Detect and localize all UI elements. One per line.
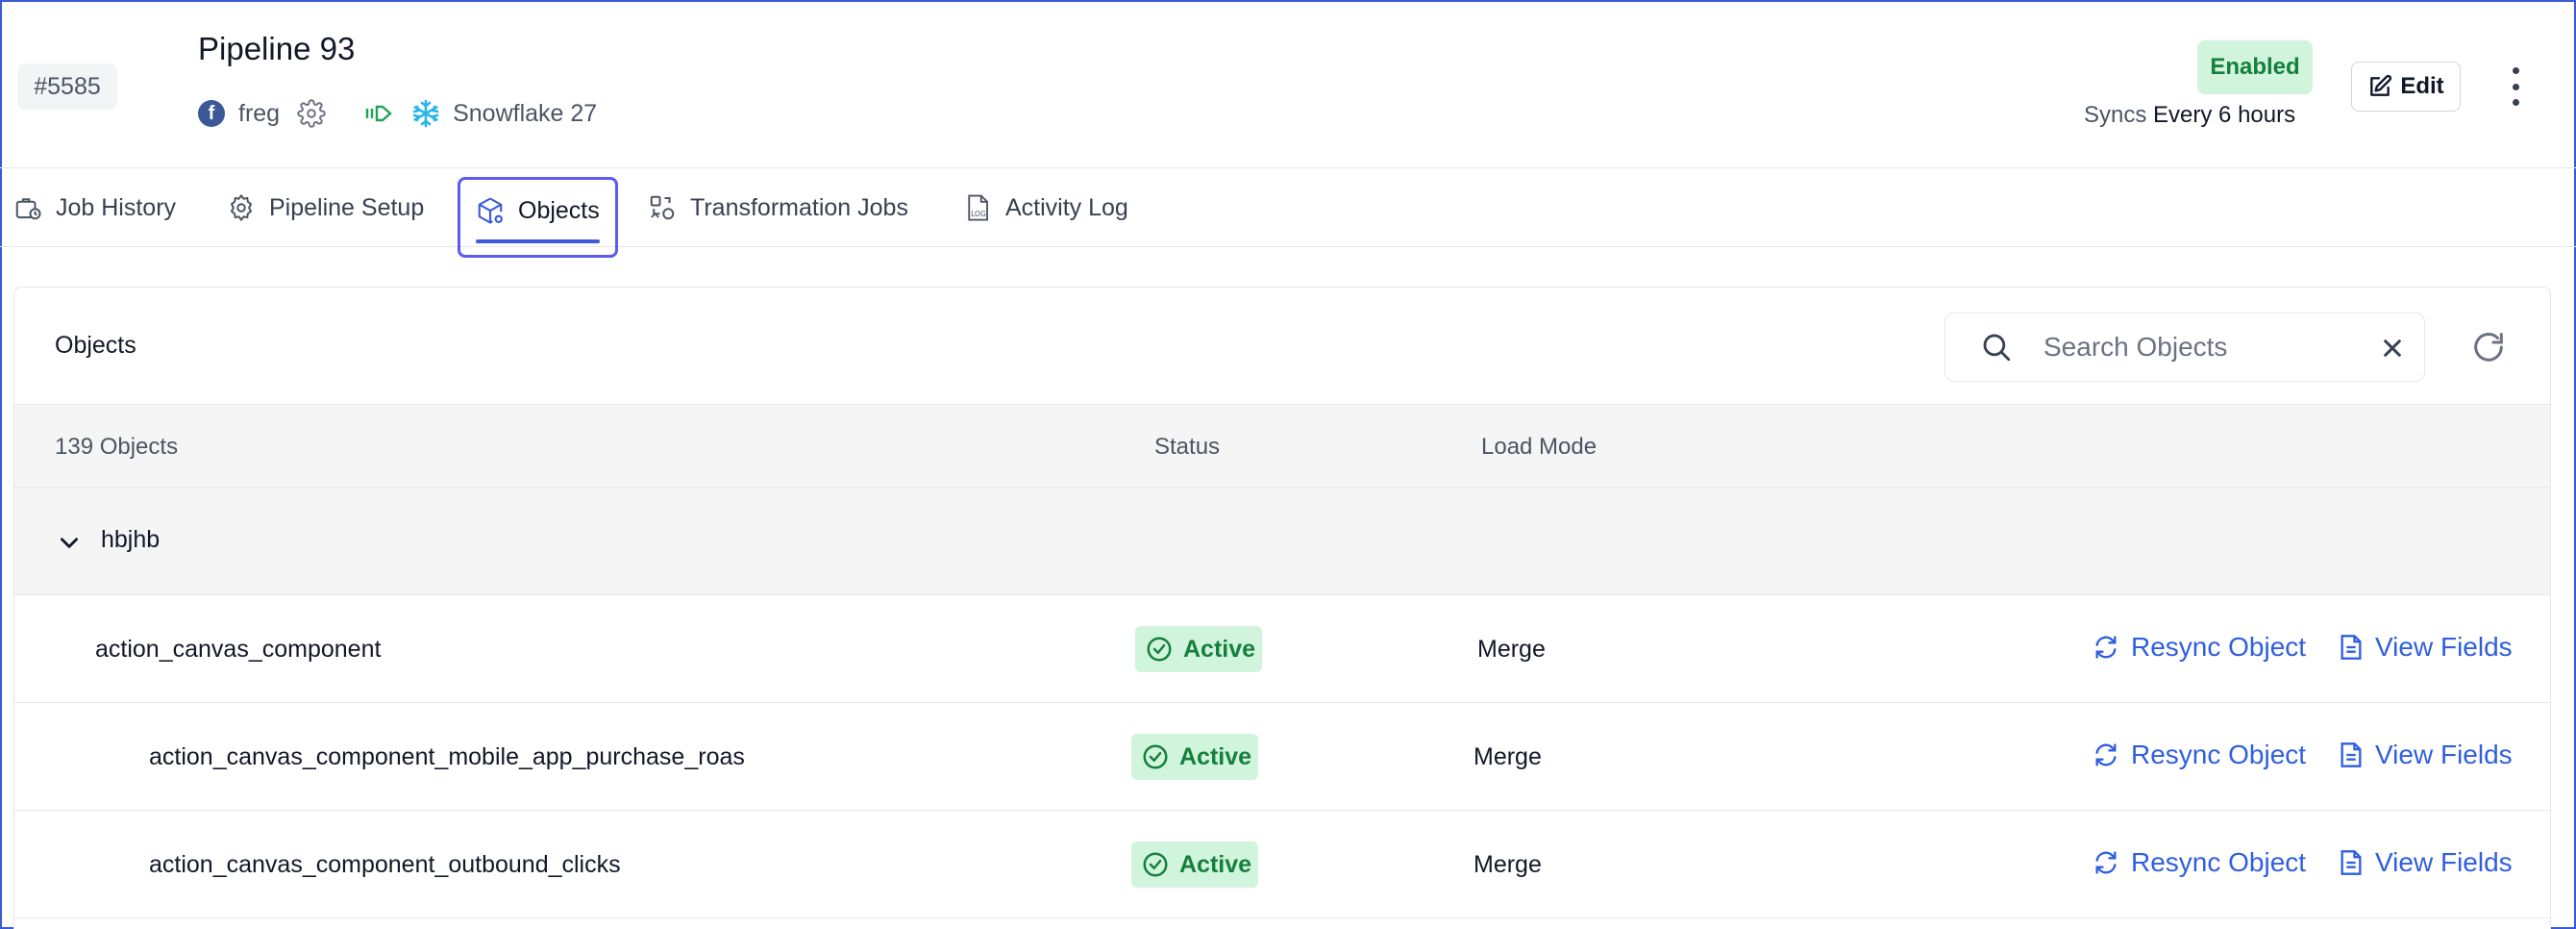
table-row: action_canvas_component_mobile_app_purch…	[14, 703, 2550, 811]
table-row: action_canvas_component_outbound_clicks …	[14, 811, 2550, 918]
search-icon	[1983, 334, 2011, 362]
check-circle-icon	[1143, 744, 1168, 769]
column-header-load-mode: Load Mode	[1481, 434, 1598, 460]
resync-object-button[interactable]: Resync Object	[2093, 740, 2306, 770]
column-header-objects-count: 139 Objects	[55, 434, 179, 460]
status-badge: Active	[1131, 841, 1258, 888]
tab-activity-log[interactable]: LOG Activity Log	[963, 180, 1128, 236]
tab-label: Job History	[56, 193, 177, 221]
status-label: Active	[1179, 742, 1252, 770]
load-mode: Merge	[1477, 636, 1546, 663]
pipeline-connection-row: f freg Snowflake 27	[198, 94, 597, 133]
view-fields-button[interactable]: View Fields	[2339, 847, 2513, 878]
source-settings-gear-icon[interactable]	[297, 99, 326, 128]
objects-panel-header: Objects	[14, 288, 2550, 405]
status-badge: Active	[1131, 734, 1258, 780]
log-file-icon: LOG	[968, 194, 988, 221]
facebook-icon: f	[198, 100, 225, 127]
tab-objects[interactable]: Objects	[458, 177, 618, 258]
table-row: action_canvas_component Active Merge Res…	[14, 595, 2550, 703]
view-fields-label: View Fields	[2375, 632, 2513, 662]
tab-label: Pipeline Setup	[269, 193, 425, 221]
transformation-icon	[650, 195, 675, 220]
sync-arrow-icon	[365, 105, 392, 122]
resync-icon	[2095, 636, 2117, 659]
sync-frequency: Syncs Every 6 hours	[2084, 102, 2295, 129]
object-group-row[interactable]: hbjhb	[14, 488, 2550, 595]
page-title: Pipeline 93	[198, 31, 356, 66]
active-tab-indicator	[476, 239, 600, 243]
load-mode: Merge	[1474, 743, 1542, 770]
table-header: 139 Objects Status Load Mode	[14, 405, 2550, 488]
destination-name: Snowflake 27	[453, 99, 598, 127]
check-circle-icon	[1143, 852, 1168, 877]
gear-icon	[230, 193, 253, 222]
column-header-status: Status	[1154, 434, 1221, 460]
clear-search-icon[interactable]	[2382, 338, 2403, 359]
job-history-icon	[15, 198, 41, 220]
object-name: action_canvas_component	[95, 636, 382, 663]
sync-frequency-label: Syncs	[2084, 102, 2147, 128]
refresh-icon[interactable]	[2469, 328, 2508, 366]
tab-label: Transformation Jobs	[690, 193, 908, 221]
document-icon	[2341, 850, 2362, 875]
more-options-icon[interactable]	[2501, 67, 2530, 106]
view-fields-button[interactable]: View Fields	[2339, 740, 2513, 770]
tab-pipeline-setup[interactable]: Pipeline Setup	[227, 180, 424, 236]
tab-label: Activity Log	[1005, 193, 1128, 221]
sync-frequency-value: Every 6 hours	[2153, 102, 2296, 128]
tab-job-history[interactable]: Job History	[13, 180, 176, 236]
check-circle-icon	[1147, 637, 1172, 662]
resync-icon	[2095, 743, 2117, 766]
svg-text:LOG: LOG	[971, 210, 986, 218]
pipeline-id-badge: #5585	[17, 63, 117, 110]
search-input[interactable]	[2043, 332, 2370, 363]
resync-object-button[interactable]: Resync Object	[2093, 847, 2306, 878]
load-mode: Merge	[1474, 851, 1542, 878]
status-badge: Enabled	[2197, 40, 2313, 94]
resync-object-label: Resync Object	[2131, 740, 2307, 769]
tab-label: Objects	[518, 196, 600, 224]
tab-transformation-jobs[interactable]: Transformation Jobs	[648, 180, 908, 236]
view-fields-label: View Fields	[2375, 847, 2513, 877]
edit-button-label: Edit	[2400, 73, 2444, 99]
object-name: action_canvas_component_outbound_clicks	[149, 851, 621, 878]
document-icon	[2341, 742, 2362, 767]
document-icon	[2341, 635, 2362, 660]
resync-object-label: Resync Object	[2131, 847, 2307, 877]
search-box	[1944, 313, 2425, 382]
status-label: Active	[1179, 850, 1252, 878]
source-name: freg	[238, 99, 281, 127]
chevron-down-icon[interactable]	[57, 530, 82, 555]
objects-panel: Objects 139 Objects Status Load Mode hbj…	[13, 287, 2551, 929]
object-name: action_canvas_component_mobile_app_purch…	[149, 743, 745, 770]
view-fields-label: View Fields	[2375, 740, 2513, 769]
pipeline-header: #5585 Pipeline 93 f freg Snowflake 27 En…	[0, 0, 2576, 168]
snowflake-icon	[412, 99, 439, 128]
objects-panel-title: Objects	[55, 332, 136, 359]
object-group-name: hbjhb	[101, 526, 161, 553]
pipeline-tabs: Job History Pipeline Setup Objects Trans…	[0, 168, 2576, 258]
edit-icon	[2370, 74, 2392, 96]
cube-icon	[478, 197, 503, 224]
status-badge: Active	[1135, 626, 1262, 672]
edit-button[interactable]: Edit	[2351, 62, 2461, 112]
resync-object-label: Resync Object	[2131, 632, 2307, 662]
view-fields-button[interactable]: View Fields	[2339, 632, 2513, 663]
resync-icon	[2095, 851, 2117, 874]
resync-object-button[interactable]: Resync Object	[2093, 632, 2306, 663]
status-label: Active	[1183, 635, 1256, 663]
